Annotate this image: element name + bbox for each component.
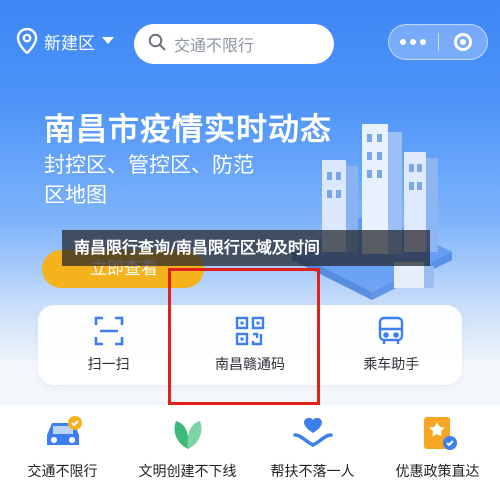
target-close-icon <box>453 33 472 51</box>
banner-subtitle: 封控区、管控区、防范区地图 <box>44 153 254 207</box>
more-button[interactable] <box>389 25 438 59</box>
article-title-overlay: 南昌限行查询/南昌限行区域及时间 <box>62 230 430 266</box>
service-assistance[interactable]: 帮扶不落一人 <box>250 405 375 498</box>
chevron-down-icon <box>101 36 115 46</box>
search-input[interactable]: 交通不限行 <box>134 24 334 64</box>
location-selector[interactable]: 新建区 <box>16 28 115 54</box>
service-label: 优惠政策直达 <box>395 464 480 480</box>
service-civilization[interactable]: 文明创建不下线 <box>125 405 250 498</box>
search-placeholder: 交通不限行 <box>174 36 255 55</box>
service-label: 帮扶不落一人 <box>270 464 355 480</box>
quick-action-label: 乘车助手 <box>363 357 420 373</box>
location-label: 新建区 <box>44 33 95 54</box>
service-policy[interactable]: 优惠政策直达 <box>375 405 500 498</box>
highlight-annotation-box <box>168 268 320 405</box>
search-icon <box>148 33 166 55</box>
scan-icon <box>94 316 124 346</box>
bus-icon <box>376 316 406 346</box>
services-grid: 交通不限行 文明创建不下线 帮扶不落一人 优惠政策直达 <box>0 405 500 498</box>
car-icon <box>41 413 85 453</box>
more-dots-icon <box>400 39 427 45</box>
service-label: 交通不限行 <box>27 464 98 480</box>
quick-action-bus-helper[interactable]: 乘车助手 <box>321 305 462 385</box>
leaf-icon <box>166 413 210 453</box>
heart-hands-icon <box>291 413 335 453</box>
miniprogram-capsule <box>388 24 488 60</box>
service-traffic[interactable]: 交通不限行 <box>0 405 125 498</box>
quick-action-scan[interactable]: 扫一扫 <box>38 305 179 385</box>
document-star-icon <box>416 413 460 453</box>
quick-action-label: 扫一扫 <box>87 357 130 373</box>
service-label: 文明创建不下线 <box>138 464 237 480</box>
location-pin-icon <box>16 28 38 54</box>
close-miniprogram-button[interactable] <box>439 25 488 59</box>
